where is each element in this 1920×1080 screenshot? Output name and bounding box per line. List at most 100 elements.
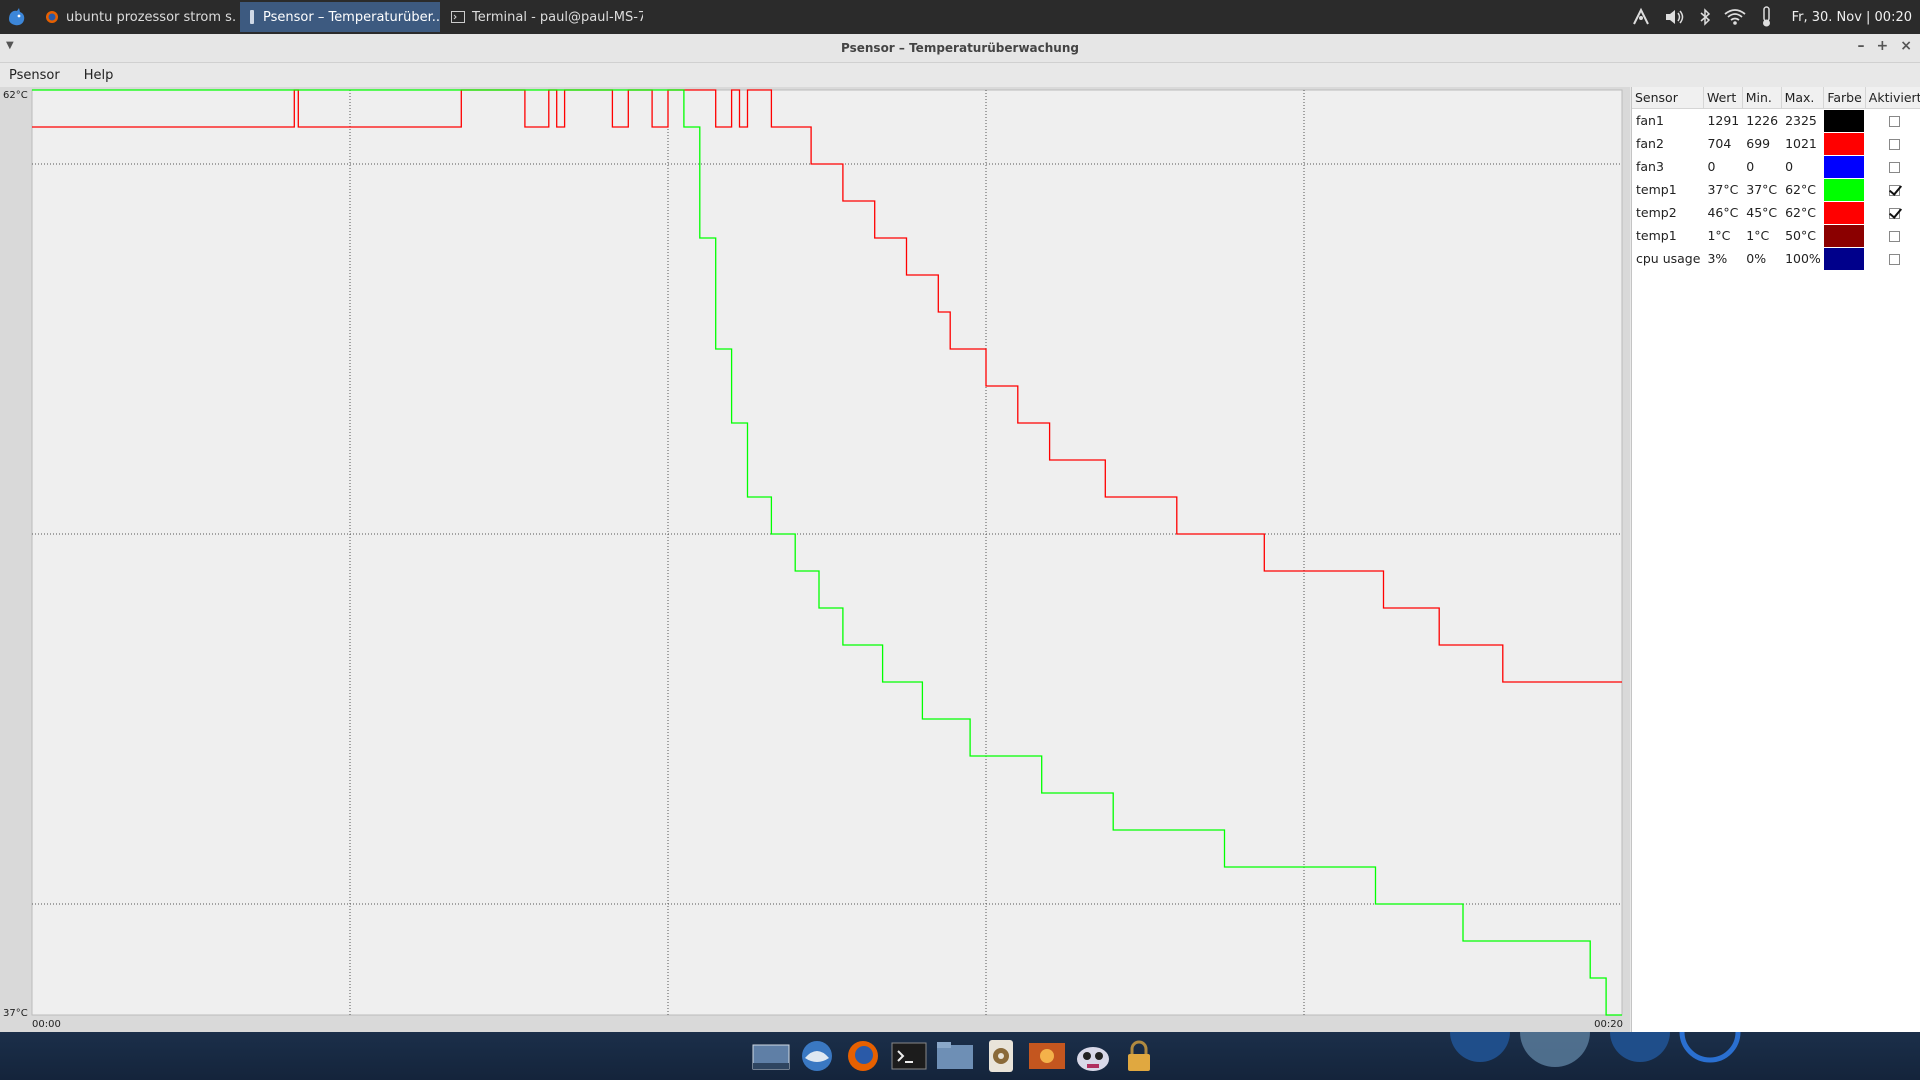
sensor-enabled-cell — [1865, 109, 1920, 133]
sensor-color-cell[interactable] — [1823, 109, 1865, 133]
color-swatch[interactable] — [1823, 155, 1864, 178]
menu-bar: Psensor Help — [0, 63, 132, 87]
enabled-checkbox[interactable] — [1889, 185, 1901, 196]
sensor-row[interactable]: temp1 1°C 1°C 50°C — [1632, 224, 1920, 247]
sensor-row[interactable]: temp2 46°C 45°C 62°C — [1632, 201, 1920, 224]
psensor-window: ▼ Psensor – Temperaturüberwachung – + × … — [0, 34, 1920, 1066]
color-swatch[interactable] — [1823, 201, 1864, 224]
application-dock — [752, 1036, 1158, 1076]
window-controls: – + × — [1858, 38, 1912, 54]
plot-area — [31, 89, 1623, 1016]
sensor-value: 1291 — [1707, 113, 1740, 128]
sensor-enabled-cell — [1865, 178, 1920, 201]
window-menu-icon[interactable]: ▼ — [6, 40, 14, 51]
lock-icon[interactable] — [1120, 1036, 1158, 1076]
sensor-row[interactable]: fan2 704 699 1021 — [1632, 132, 1920, 155]
file-manager-icon[interactable] — [936, 1036, 974, 1076]
task-label: ubuntu prozessor strom s... — [66, 9, 237, 25]
color-swatch[interactable] — [1823, 132, 1864, 155]
sensor-name: fan2 — [1636, 136, 1664, 151]
sensor-name: temp2 — [1636, 205, 1677, 220]
sensor-color-cell[interactable] — [1823, 247, 1865, 270]
sensor-row[interactable]: cpu usage 3% 0% 100% — [1632, 247, 1920, 270]
sensor-min: 1226 — [1746, 113, 1779, 128]
minimize-icon[interactable]: – — [1858, 38, 1865, 54]
desktop-icon[interactable] — [752, 1036, 790, 1076]
sensor-color-cell[interactable] — [1823, 201, 1865, 224]
menu-help[interactable]: Help — [79, 68, 119, 83]
bluetooth-icon[interactable] — [1699, 8, 1711, 26]
col-max[interactable]: Max. — [1781, 87, 1825, 109]
thermometer-icon[interactable] — [1759, 6, 1773, 28]
col-enabled[interactable]: Aktiviert — [1865, 87, 1920, 109]
sensor-min: 45°C — [1746, 205, 1778, 220]
sensor-value: 46°C — [1707, 205, 1739, 220]
menu-psensor[interactable]: Psensor — [4, 68, 65, 83]
enabled-checkbox[interactable] — [1889, 162, 1901, 173]
sensor-value: 3% — [1707, 251, 1728, 266]
whisker-menu-button[interactable] — [0, 0, 34, 34]
y-max-label: 62°C — [3, 90, 28, 101]
enabled-checkbox[interactable] — [1889, 139, 1901, 150]
sensor-name: temp1 — [1636, 228, 1677, 243]
sensor-enabled-cell — [1865, 247, 1920, 270]
color-swatch[interactable] — [1823, 109, 1864, 132]
color-swatch[interactable] — [1823, 178, 1864, 201]
psensor-icon — [248, 10, 256, 24]
sensor-max: 50°C — [1785, 228, 1816, 243]
game-icon[interactable] — [1074, 1036, 1112, 1076]
task-firefox[interactable]: ubuntu prozessor strom s... — [37, 2, 237, 32]
enabled-checkbox[interactable] — [1889, 231, 1901, 242]
color-swatch[interactable] — [1823, 224, 1864, 247]
network-manager-icon[interactable] — [1631, 7, 1651, 27]
sensor-row[interactable]: fan1 1291 1226 2325 — [1632, 109, 1920, 133]
task-label: Terminal - paul@paul-MS-7... — [472, 9, 643, 25]
sensor-min: 699 — [1746, 136, 1771, 151]
enabled-checkbox[interactable] — [1889, 254, 1901, 265]
sensor-value: 704 — [1707, 136, 1732, 151]
firefox-icon — [45, 10, 59, 24]
sensor-color-cell[interactable] — [1823, 178, 1865, 201]
sensor-color-cell[interactable] — [1823, 155, 1865, 178]
enabled-checkbox[interactable] — [1889, 208, 1901, 219]
sensor-row[interactable]: temp1 37°C 37°C 62°C — [1632, 178, 1920, 201]
thunderbird-icon[interactable] — [798, 1036, 836, 1076]
task-psensor[interactable]: Psensor – Temperaturüber... — [240, 2, 440, 32]
task-terminal[interactable]: Terminal - paul@paul-MS-7... — [443, 2, 643, 32]
maximize-icon[interactable]: + — [1877, 38, 1889, 54]
sensor-min: 0 — [1746, 159, 1755, 174]
enabled-checkbox[interactable] — [1889, 116, 1901, 127]
sensor-table: Sensor Wert Min. Max. Farbe Aktiviert fa… — [1632, 87, 1920, 270]
firefox-icon[interactable] — [844, 1036, 882, 1076]
window-title: Psensor – Temperaturüberwachung — [841, 41, 1079, 55]
sensor-enabled-cell — [1865, 224, 1920, 247]
sensor-value: 0 — [1707, 159, 1716, 174]
col-color[interactable]: Farbe — [1823, 87, 1866, 109]
photo-viewer-icon[interactable] — [1028, 1036, 1066, 1076]
media-player-icon[interactable] — [982, 1036, 1020, 1076]
col-sensor[interactable]: Sensor — [1632, 87, 1704, 109]
sensor-enabled-cell — [1865, 201, 1920, 224]
sensor-enabled-cell — [1865, 132, 1920, 155]
sensor-max: 1021 — [1785, 136, 1817, 151]
col-value[interactable]: Wert — [1703, 87, 1743, 109]
sensor-value: 37°C — [1707, 182, 1739, 197]
wifi-icon[interactable] — [1724, 8, 1746, 26]
sensor-name: cpu usage — [1636, 251, 1701, 266]
system-tray: Fr, 30. Nov | 00:20 — [1631, 0, 1912, 34]
volume-icon[interactable] — [1664, 8, 1686, 26]
sensor-color-cell[interactable] — [1823, 132, 1865, 155]
sensor-color-cell[interactable] — [1823, 224, 1865, 247]
close-icon[interactable]: × — [1900, 38, 1912, 54]
terminal-icon[interactable] — [890, 1036, 928, 1076]
sensor-list-panel: Sensor Wert Min. Max. Farbe Aktiviert fa… — [1631, 87, 1920, 1066]
col-min[interactable]: Min. — [1742, 87, 1782, 109]
x-start-label: 00:00 — [32, 1019, 61, 1030]
color-swatch[interactable] — [1823, 247, 1864, 270]
window-titlebar[interactable]: ▼ Psensor – Temperaturüberwachung – + × — [0, 34, 1920, 63]
sensor-row[interactable]: fan3 0 0 0 — [1632, 155, 1920, 178]
sensor-table-header: Sensor Wert Min. Max. Farbe Aktiviert — [1632, 87, 1920, 109]
clock[interactable]: Fr, 30. Nov | 00:20 — [1792, 10, 1912, 25]
top-panel: ubuntu prozessor strom s... Psensor – Te… — [0, 0, 1920, 34]
sensor-name: fan3 — [1636, 159, 1664, 174]
